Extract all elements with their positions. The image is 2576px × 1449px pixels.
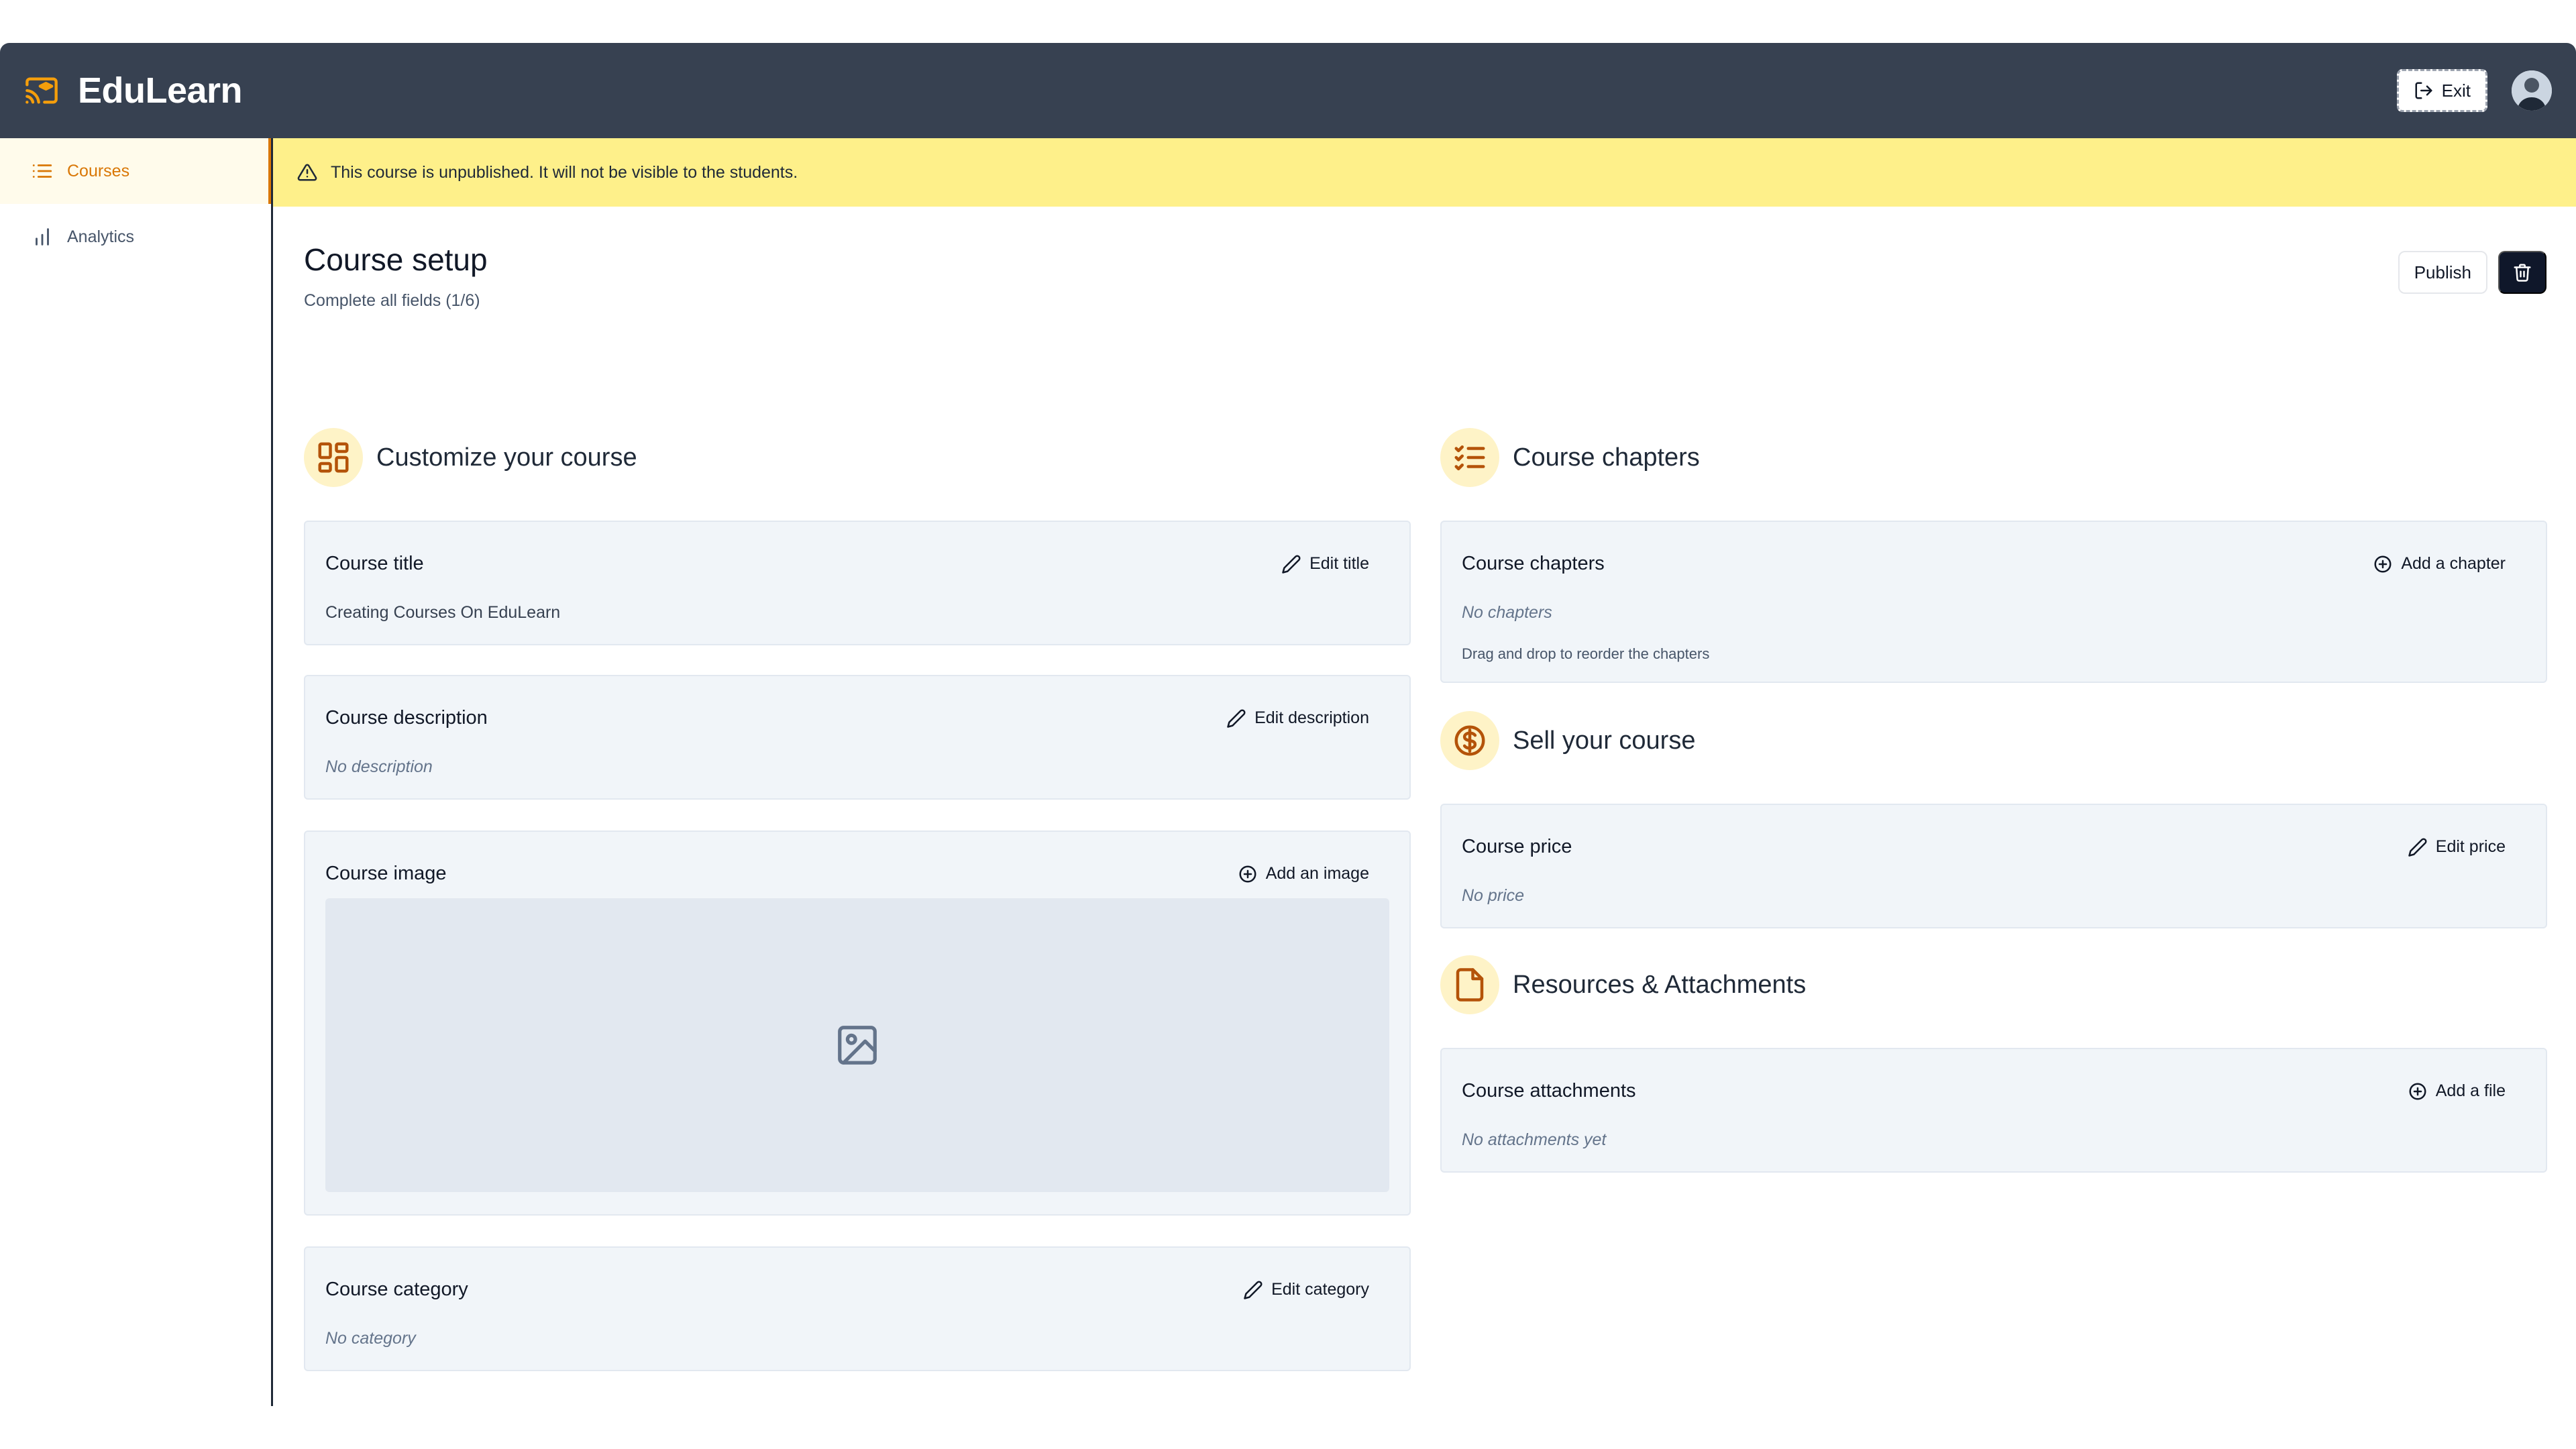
- course-chapters-value: No chapters: [1462, 603, 1552, 622]
- card-action-label: Add an image: [1265, 864, 1369, 883]
- section-title: Resources & Attachments: [1513, 970, 1807, 999]
- card-label: Course title: [325, 553, 424, 574]
- course-description-value: No description: [325, 757, 433, 776]
- course-attachments-card: Course attachments Add a file No attachm…: [1440, 1048, 2547, 1173]
- section-title: Course chapters: [1513, 443, 1700, 472]
- course-price-value: No price: [1462, 886, 1525, 905]
- sidebar-item-label: Analytics: [67, 227, 135, 246]
- log-out-icon: [2415, 82, 2432, 99]
- card-action-label: Add a chapter: [2401, 554, 2506, 573]
- logo[interactable]: EduLearn: [24, 70, 243, 111]
- top-header: EduLearn Exit: [0, 43, 2576, 138]
- trash-icon: [2514, 264, 2531, 282]
- sidebar-item-courses[interactable]: Courses: [0, 138, 271, 204]
- edit-description-button[interactable]: Edit description: [1226, 708, 1369, 729]
- course-chapters-card: Course chapters Add a chapter No chapter…: [1440, 521, 2547, 683]
- section-title: Customize your course: [376, 443, 637, 472]
- card-action-label: Edit title: [1309, 554, 1369, 573]
- plus-circle-icon: [2374, 555, 2392, 572]
- card-action-label: Edit category: [1271, 1280, 1369, 1299]
- add-file-button[interactable]: Add a file: [2408, 1081, 2506, 1102]
- app-name: EduLearn: [78, 70, 243, 111]
- cast-logo-icon: [24, 73, 59, 108]
- page-actions: Publish: [2398, 251, 2546, 294]
- plus-circle-icon: [2409, 1083, 2426, 1099]
- user-avatar[interactable]: [2512, 70, 2552, 111]
- course-title-value: Creating Courses On EduLearn: [325, 603, 561, 622]
- image-placeholder[interactable]: [325, 898, 1389, 1192]
- course-category-value: No category: [325, 1329, 416, 1348]
- app-root: EduLearn Exit Courses Analytics This cou…: [0, 43, 2576, 1406]
- section-resources: Resources & Attachments: [1440, 955, 1806, 1014]
- bar-chart-icon: [36, 228, 49, 246]
- sidebar-item-label: Courses: [67, 161, 130, 180]
- sidebar-item-analytics[interactable]: Analytics: [0, 204, 271, 270]
- course-category-card: Course category Edit category No categor…: [304, 1246, 1411, 1371]
- file-icon: [1440, 955, 1499, 1014]
- card-label: Course category: [325, 1279, 468, 1300]
- card-label: Course description: [325, 707, 488, 729]
- page-subtitle: Complete all fields (1/6): [304, 291, 480, 310]
- plus-circle-icon: [1239, 865, 1256, 882]
- layout-dashboard-icon: [304, 428, 363, 487]
- list-checks-icon: [1440, 428, 1499, 487]
- drag-hint: Drag and drop to reorder the chapters: [1462, 645, 1710, 662]
- section-chapters: Course chapters: [1440, 428, 1700, 487]
- unpublished-banner: This course is unpublished. It will not …: [273, 138, 2576, 207]
- card-label: Course price: [1462, 836, 1572, 857]
- page-header: Course setup Complete all fields (1/6): [304, 241, 488, 311]
- publish-button[interactable]: Publish: [2398, 251, 2487, 294]
- card-action-label: Edit price: [2435, 837, 2506, 856]
- course-attachments-value: No attachments yet: [1462, 1130, 1607, 1149]
- card-action-label: Edit description: [1254, 708, 1369, 727]
- course-description-card: Course description Edit description No d…: [304, 675, 1411, 800]
- alert-triangle-icon: [297, 164, 317, 181]
- image-icon: [838, 1026, 877, 1065]
- card-label: Course image: [325, 863, 447, 884]
- main-content: This course is unpublished. It will not …: [273, 138, 2576, 1406]
- header-actions: Exit: [2396, 69, 2552, 112]
- edit-category-button[interactable]: Edit category: [1243, 1280, 1369, 1300]
- course-image-card: Course image Add an image: [304, 830, 1411, 1216]
- edit-title-button[interactable]: Edit title: [1281, 554, 1369, 574]
- course-title-card: Course title Edit title Creating Courses…: [304, 521, 1411, 645]
- exit-button[interactable]: Exit: [2396, 69, 2487, 112]
- card-action-label: Add a file: [2435, 1081, 2506, 1100]
- delete-button[interactable]: [2498, 251, 2546, 294]
- list-icon: [32, 164, 52, 178]
- edit-price-button[interactable]: Edit price: [2408, 837, 2506, 857]
- pencil-icon: [1227, 708, 1246, 728]
- add-chapter-button[interactable]: Add a chapter: [2373, 554, 2506, 574]
- circle-dollar-icon: [1440, 711, 1499, 770]
- banner-text: This course is unpublished. It will not …: [331, 162, 798, 182]
- section-customize: Customize your course: [304, 428, 637, 487]
- add-image-button[interactable]: Add an image: [1238, 864, 1369, 884]
- section-sell: Sell your course: [1440, 711, 1695, 770]
- pencil-icon: [1244, 1280, 1263, 1299]
- pencil-icon: [1282, 554, 1301, 574]
- exit-button-label: Exit: [2441, 80, 2471, 101]
- card-label: Course attachments: [1462, 1080, 1636, 1102]
- sidebar: Courses Analytics: [0, 138, 273, 1406]
- course-price-card: Course price Edit price No price: [1440, 804, 2547, 928]
- section-title: Sell your course: [1513, 726, 1696, 755]
- page-title: Course setup: [304, 242, 488, 277]
- card-label: Course chapters: [1462, 553, 1605, 574]
- pencil-icon: [2408, 837, 2427, 857]
